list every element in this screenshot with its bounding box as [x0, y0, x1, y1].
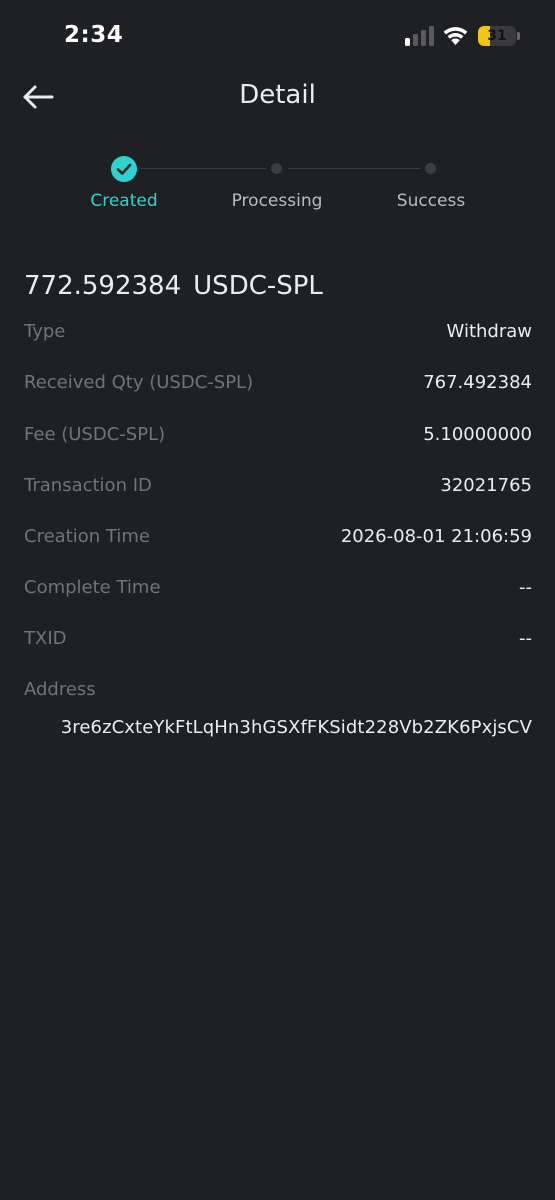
detail-row-complete-time: Complete Time --: [24, 577, 532, 607]
detail-value: --: [519, 628, 532, 649]
detail-label: Address: [24, 679, 96, 700]
detail-row-transaction-id: Transaction ID 32021765: [24, 475, 532, 505]
page-title: Detail: [239, 80, 316, 110]
withdrawal-detail-screen: 2:34 31 Detail Created Processing Succes…: [0, 0, 555, 1200]
step-label-success: Success: [396, 191, 466, 211]
detail-row-address: Address: [24, 679, 532, 709]
detail-value[interactable]: 32021765: [440, 475, 532, 496]
detail-label: Transaction ID: [24, 475, 152, 496]
status-stepper: Created Processing Success: [0, 150, 555, 220]
detail-row-received-qty: Received Qty (USDC-SPL) 767.492384: [24, 372, 532, 402]
address-value[interactable]: 3re6zCxteYkFtLqHn3hGSXfFKSidt228Vb2ZK6Px…: [61, 717, 532, 738]
step-completed-check-icon: [111, 156, 137, 182]
withdraw-amount: 772.592384 USDC-SPL: [24, 271, 323, 301]
detail-label: Received Qty (USDC-SPL): [24, 372, 254, 393]
detail-value: 5.10000000: [423, 424, 532, 445]
step-label-processing: Processing: [231, 191, 323, 211]
status-time: 2:34: [64, 22, 124, 48]
wifi-icon: [443, 27, 468, 45]
detail-row-txid: TXID --: [24, 628, 532, 658]
detail-label: Creation Time: [24, 526, 150, 547]
detail-label: Type: [24, 321, 66, 342]
detail-row-type: Type Withdraw: [24, 321, 532, 351]
battery-terminal: [517, 32, 520, 40]
amount-currency: USDC-SPL: [193, 271, 323, 301]
detail-label: Fee (USDC-SPL): [24, 424, 166, 445]
detail-value: Withdraw: [446, 321, 532, 342]
detail-row-fee: Fee (USDC-SPL) 5.10000000: [24, 424, 532, 454]
cellular-signal-icon: [405, 26, 434, 46]
battery-percentage: 31: [487, 28, 507, 44]
detail-value: 2026-08-01 21:06:59: [340, 526, 532, 547]
detail-value: 767.492384: [423, 372, 532, 393]
step-pending-dot: [271, 163, 282, 174]
amount-value: 772.592384: [24, 271, 182, 301]
step-pending-dot: [425, 163, 436, 174]
detail-value: --: [519, 577, 532, 598]
detail-label: Complete Time: [24, 577, 161, 598]
stepper-connector: [288, 168, 420, 169]
step-label-created: Created: [90, 191, 158, 211]
stepper-connector: [140, 168, 266, 169]
battery-icon: 31: [478, 26, 516, 46]
detail-label: TXID: [24, 628, 67, 649]
detail-row-creation-time: Creation Time 2026-08-01 21:06:59: [24, 526, 532, 556]
status-bar: 2:34 31: [0, 0, 555, 72]
